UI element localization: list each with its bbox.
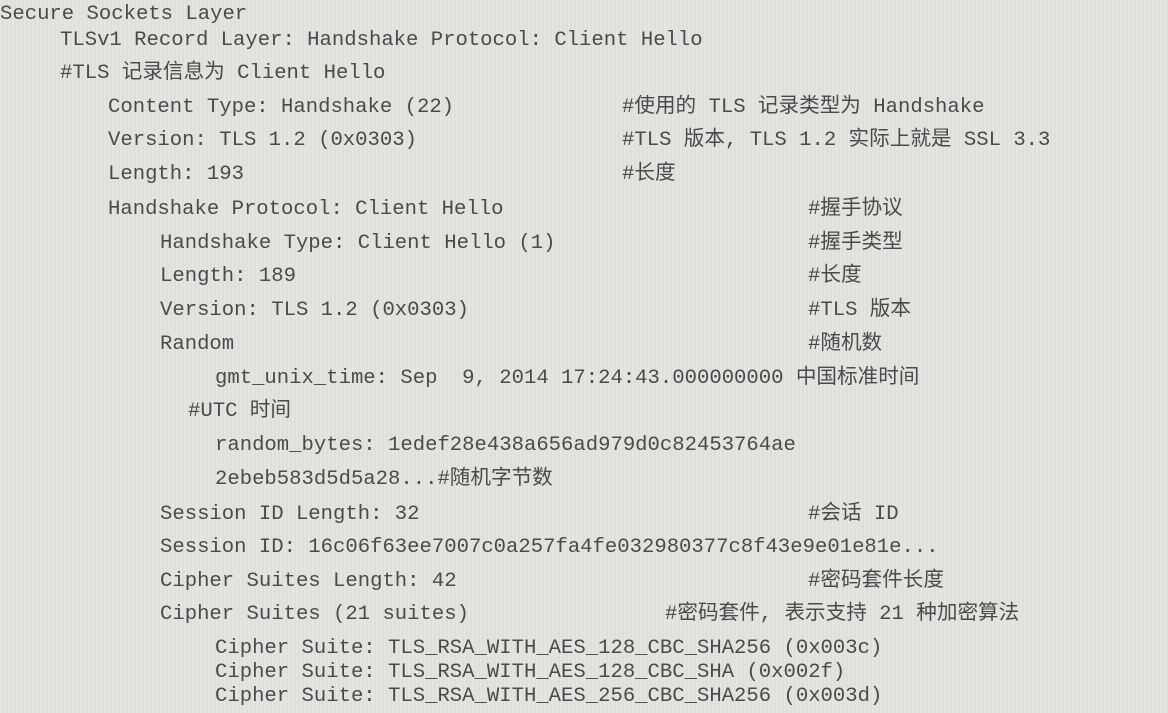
annotation-length: #长度	[622, 163, 676, 186]
tree-node-gmt-unix-time[interactable]: gmt_unix_time: Sep 9, 2014 17:24:43.0000…	[215, 362, 919, 395]
tree-node-cipher-suites[interactable]: Cipher Suites (21 suites)	[160, 598, 469, 631]
annotation-content-type: #使用的 TLS 记录类型为 Handshake	[622, 96, 985, 119]
tree-node-hs-length[interactable]: Length: 189	[160, 260, 296, 293]
tree-node-session-id-length[interactable]: Session ID Length: 32	[160, 498, 420, 531]
tree-node-cipher-suites-length[interactable]: Cipher Suites Length: 42	[160, 565, 457, 598]
annotation-utc-time: #UTC 时间	[188, 400, 291, 423]
tree-node-hs-version[interactable]: Version: TLS 1.2 (0x0303)	[160, 294, 469, 327]
annotation-session-id: #会话 ID	[808, 503, 899, 526]
annotation-handshake-type: #握手类型	[808, 232, 903, 255]
annotation-cipher-suites: #密码套件, 表示支持 21 种加密算法	[665, 603, 1020, 626]
tree-node-record-layer[interactable]: TLSv1 Record Layer: Handshake Protocol: …	[60, 24, 703, 57]
tree-node-random-bytes-cont: 2ebeb583d5d5a28...#随机字节数	[215, 468, 553, 491]
tree-node-version[interactable]: Version: TLS 1.2 (0x0303)	[108, 124, 417, 157]
tree-node-handshake-type[interactable]: Handshake Type: Client Hello (1)	[160, 227, 555, 260]
annotation-hs-version: #TLS 版本	[808, 299, 911, 322]
tree-node-length[interactable]: Length: 193	[108, 158, 244, 191]
tree-node-handshake-protocol[interactable]: Handshake Protocol: Client Hello	[108, 193, 503, 226]
tree-node-random-bytes[interactable]: random_bytes: 1edef28e438a656ad979d0c824…	[215, 429, 796, 462]
tree-node-content-type[interactable]: Content Type: Handshake (22)	[108, 91, 454, 124]
annotation-handshake-protocol: #握手协议	[808, 198, 903, 221]
annotation-cipher-suites-length: #密码套件长度	[808, 570, 944, 593]
tree-node-cipher-suite[interactable]: Cipher Suite: TLS_RSA_WITH_AES_256_CBC_S…	[215, 680, 882, 713]
annotation-random: #随机数	[808, 333, 883, 356]
tree-node-random[interactable]: Random	[160, 328, 234, 361]
annotation-record-info: #TLS 记录信息为 Client Hello	[60, 62, 386, 85]
tree-node-session-id[interactable]: Session ID: 16c06f63ee7007c0a257fa4fe032…	[160, 531, 939, 564]
annotation-hs-length: #长度	[808, 265, 862, 288]
annotation-version: #TLS 版本, TLS 1.2 实际上就是 SSL 3.3	[622, 129, 1051, 152]
